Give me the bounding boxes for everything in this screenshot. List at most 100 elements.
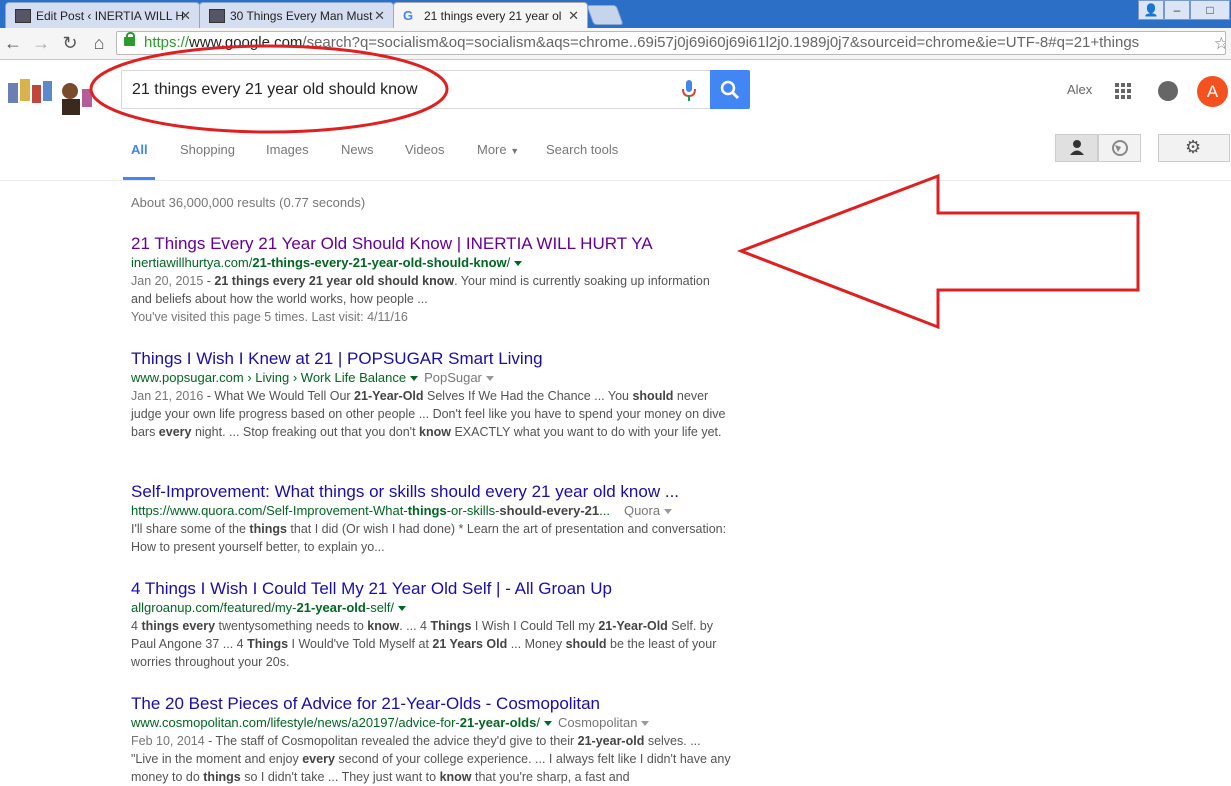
minimize-button[interactable]: – — [1164, 0, 1190, 20]
url-dropdown-icon[interactable] — [398, 606, 407, 612]
search-icon — [720, 80, 740, 100]
url-bold-text: things — [407, 503, 447, 518]
avatar[interactable]: A — [1197, 76, 1228, 107]
url-dropdown-icon[interactable] — [514, 261, 523, 267]
result-title-link[interactable]: The 20 Best Pieces of Advice for 21-Year… — [131, 693, 731, 714]
result-date: Feb 10, 2014 — [131, 734, 205, 748]
url-bold-text: 21-year-olds — [459, 715, 537, 730]
public-results-toggle[interactable] — [1098, 134, 1141, 162]
reload-icon[interactable]: ↻ — [59, 33, 81, 53]
result-source: Cosmopolitan — [557, 715, 638, 730]
google-header: 21 things every 21 year old should know … — [0, 60, 1231, 120]
annotation-arrow — [736, 173, 1140, 330]
user-name[interactable]: Alex — [1067, 82, 1092, 97]
snippet-text: - 21 things every 21 year old should kno… — [131, 274, 710, 306]
result-date: Jan 21, 2016 — [131, 389, 204, 403]
url-text: https://www.quora.com/Self-Improvement-W… — [131, 503, 408, 518]
result-url: allgroanup.com/featured/my-21-year-old-s… — [131, 599, 731, 617]
result-snippet: Jan 20, 2015 - 21 things every 21 year o… — [131, 272, 731, 308]
result-title-link[interactable]: Self-Improvement: What things or skills … — [131, 481, 731, 502]
browser-tab-label: 30 Things Every Man Must — [230, 9, 373, 23]
url-scheme: https:// — [144, 34, 190, 51]
result-snippet: Jan 21, 2016 - What We Would Tell Our 21… — [131, 387, 731, 441]
result-snippet: Feb 10, 2014 - The staff of Cosmopolitan… — [131, 732, 731, 786]
google-favicon-icon: G — [403, 8, 414, 23]
search-input[interactable]: 21 things every 21 year old should know — [121, 70, 711, 109]
chevron-down-icon: ▼ — [510, 146, 520, 156]
result-url: https://www.quora.com/Self-Improvement-W… — [131, 502, 731, 520]
browser-tab-edit-post[interactable]: Edit Post ‹ INERTIA WILL H ✕ — [5, 2, 200, 28]
result-snippet: I'll share some of the things that I did… — [131, 520, 731, 556]
url-bold-text: 21-things-every-21-year-old-should-know — [252, 255, 507, 270]
site-favicon-icon — [209, 9, 225, 23]
maximize-button[interactable]: □ — [1190, 0, 1230, 20]
close-tab-icon[interactable]: ✕ — [180, 8, 191, 24]
result-title-link[interactable]: 21 Things Every 21 Year Old Should Know … — [131, 233, 731, 254]
active-tab-indicator — [123, 177, 155, 180]
site-favicon-icon — [15, 9, 31, 23]
search-result: Things I Wish I Knew at 21 | POPSUGAR Sm… — [131, 348, 731, 441]
url-text: www.cosmopolitan.com/lifestyle/news/a201… — [131, 715, 460, 730]
url-text: allgroanup.com/featured/my- — [131, 600, 297, 615]
result-title-link[interactable]: 4 Things I Wish I Could Tell My 21 Year … — [131, 578, 731, 599]
search-button[interactable] — [710, 70, 750, 109]
tab-news[interactable]: News — [341, 142, 374, 157]
google-doodle-icon[interactable] — [8, 75, 94, 115]
browser-tab-google-search[interactable]: G 21 things every 21 year ol ✕ — [393, 2, 588, 29]
bookmark-star-icon[interactable]: ☆ — [1214, 33, 1225, 54]
result-snippet: 4 things every twentysomething needs to … — [131, 617, 731, 671]
apps-grid-icon[interactable] — [1115, 83, 1131, 99]
new-tab-button[interactable] — [586, 5, 624, 25]
search-result: 4 Things I Wish I Could Tell My 21 Year … — [131, 578, 731, 671]
result-url: www.cosmopolitan.com/lifestyle/news/a201… — [131, 714, 731, 732]
notifications-bell-icon[interactable] — [1158, 81, 1178, 101]
gear-icon: ⚙ — [1185, 137, 1202, 157]
address-bar[interactable]: https://www.google.com/search?q=socialis… — [116, 31, 1226, 55]
tab-search-tools[interactable]: Search tools — [546, 142, 618, 157]
url-dropdown-icon[interactable] — [543, 721, 552, 727]
snippet-text: - What We Would Tell Our 21-Year-Old Sel… — [131, 389, 726, 439]
result-stats: About 36,000,000 results (0.77 seconds) — [131, 195, 366, 210]
result-date: Jan 20, 2015 — [131, 274, 204, 288]
url-text: -or-skills-should-every-21... — [446, 503, 610, 518]
url-text: / — [536, 715, 540, 730]
home-icon[interactable]: ⌂ — [88, 33, 110, 53]
source-dropdown-icon[interactable] — [485, 376, 494, 382]
tab-images[interactable]: Images — [266, 142, 309, 157]
search-result: 21 Things Every 21 Year Old Should Know … — [131, 233, 731, 326]
result-title-link[interactable]: Things I Wish I Knew at 21 | POPSUGAR Sm… — [131, 348, 731, 369]
search-result: The 20 Best Pieces of Advice for 21-Year… — [131, 693, 731, 786]
snippet-text: I'll share some of the things that I did… — [131, 522, 727, 554]
close-tab-icon[interactable]: ✕ — [374, 8, 385, 24]
search-tabs: All Shopping Images News Videos More ▼ S… — [0, 120, 1231, 181]
url-dropdown-icon[interactable] — [410, 376, 419, 382]
tab-all[interactable]: All — [131, 142, 148, 157]
result-source: PopSugar — [424, 370, 482, 385]
user-profile-button[interactable]: 👤 — [1138, 0, 1164, 20]
snippet-text: - The staff of Cosmopolitan revealed the… — [131, 734, 731, 784]
browser-tab-label: 21 things every 21 year ol — [424, 9, 562, 23]
url-text: www.popsugar.com › Living › Work Life Ba… — [131, 370, 407, 385]
source-dropdown-icon[interactable] — [641, 721, 650, 727]
microphone-icon[interactable] — [682, 80, 696, 102]
tab-more-label: More — [477, 142, 507, 157]
url-host: www.google.com — [189, 34, 303, 51]
snippet-text: 4 things every twentysomething needs to … — [131, 619, 717, 669]
source-dropdown-icon[interactable] — [664, 509, 673, 515]
tab-videos[interactable]: Videos — [405, 142, 445, 157]
close-tab-icon[interactable]: ✕ — [568, 8, 579, 24]
browser-tab-30-things[interactable]: 30 Things Every Man Must ✕ — [199, 2, 394, 28]
tab-shopping[interactable]: Shopping — [180, 142, 235, 157]
globe-icon — [1112, 140, 1128, 156]
url-bold-text: 21-year-old — [296, 600, 366, 615]
result-source: Quora — [623, 503, 661, 518]
url-text: / — [506, 255, 511, 270]
back-arrow-icon[interactable]: ← — [2, 33, 24, 53]
forward-arrow-icon[interactable]: → — [30, 33, 52, 53]
private-results-toggle[interactable] — [1055, 134, 1098, 162]
visited-note: You've visited this page 5 times. Last v… — [131, 310, 408, 324]
browser-tab-strip: Edit Post ‹ INERTIA WILL H ✕ 30 Things E… — [0, 0, 1231, 29]
secure-lock-icon — [124, 32, 135, 46]
settings-button[interactable]: ⚙ — [1158, 134, 1230, 162]
tab-more[interactable]: More ▼ — [477, 142, 519, 157]
